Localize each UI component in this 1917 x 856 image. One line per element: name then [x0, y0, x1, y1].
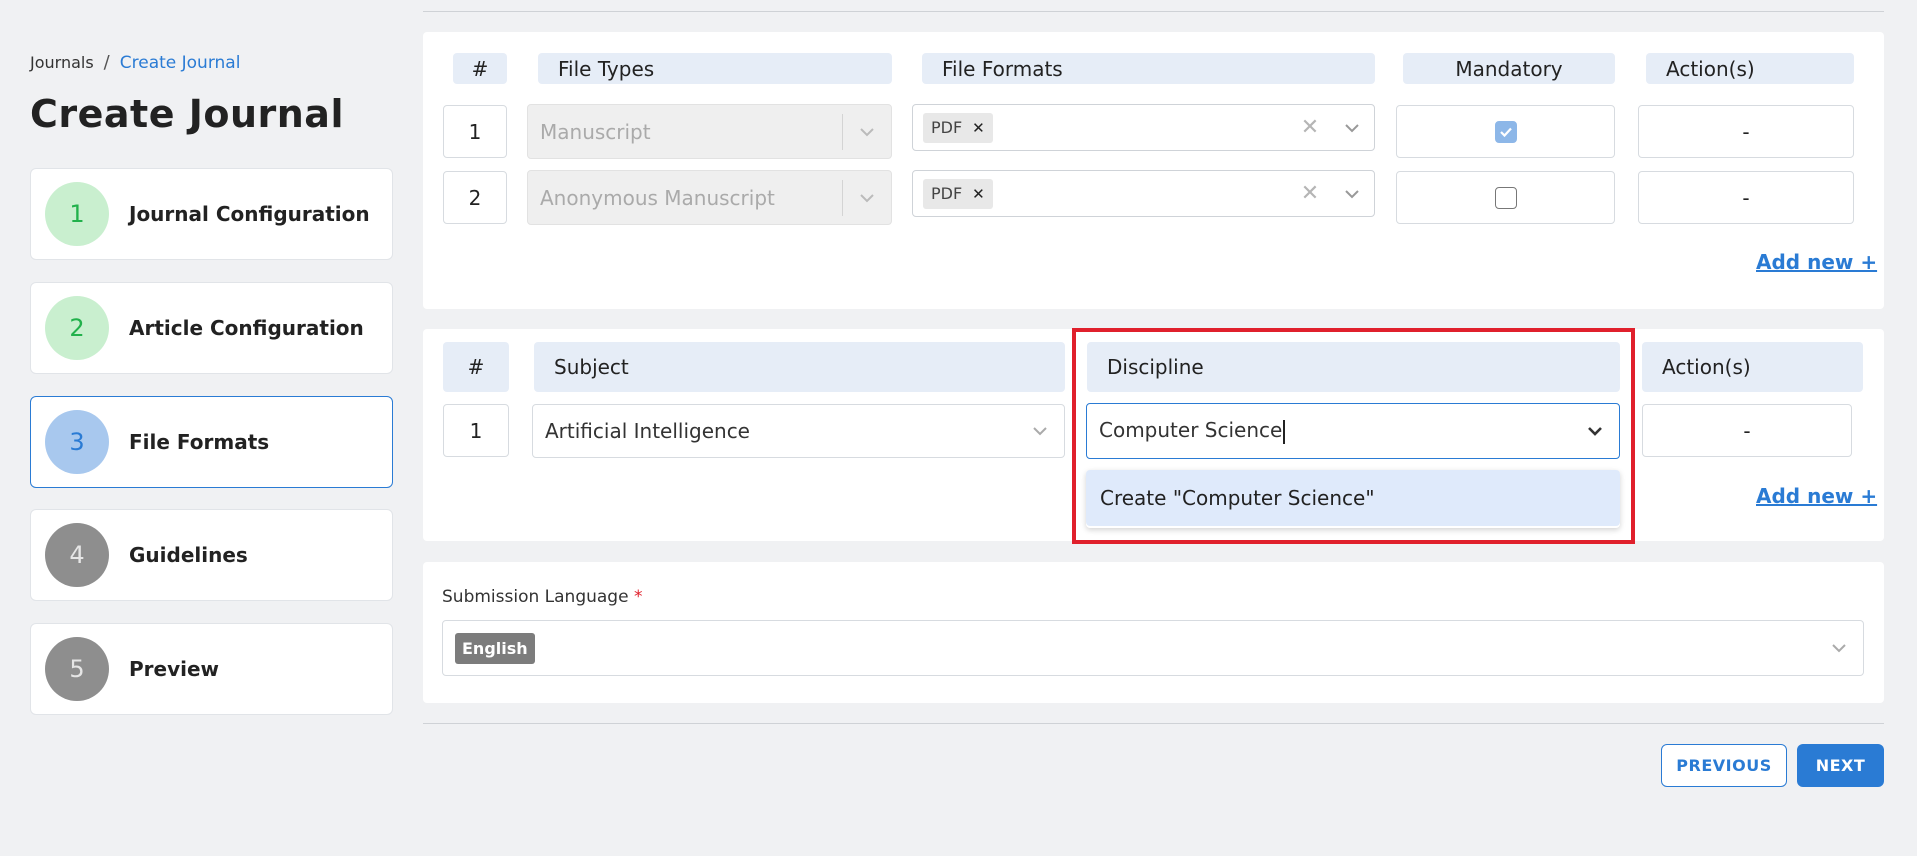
subject-value: Artificial Intelligence — [545, 419, 750, 443]
previous-button[interactable]: PREVIOUS — [1661, 744, 1787, 787]
breadcrumb-root[interactable]: Journals — [30, 53, 94, 72]
step-guidelines[interactable]: 4 Guidelines — [30, 509, 393, 601]
chevron-down-icon[interactable] — [1016, 426, 1064, 436]
submission-language-label: Submission Language * — [442, 587, 643, 607]
chevron-down-icon — [843, 193, 891, 203]
step-file-formats[interactable]: 3 File Formats — [30, 396, 393, 488]
chevron-down-icon — [843, 127, 891, 137]
highlight-box — [1072, 328, 1635, 544]
step-number: 4 — [45, 523, 109, 587]
action-cell: - — [1638, 105, 1854, 158]
mandatory-cell — [1396, 105, 1615, 158]
step-number: 3 — [45, 410, 109, 474]
clear-icon[interactable]: ✕ — [1290, 181, 1330, 206]
step-label: Journal Configuration — [129, 202, 370, 226]
column-header-mandatory: Mandatory — [1403, 53, 1615, 84]
column-header-actions: Action(s) — [1642, 342, 1863, 392]
column-header-subject: Subject — [534, 342, 1065, 392]
step-label: Preview — [129, 657, 220, 681]
row-number: 1 — [443, 105, 507, 158]
format-chip: PDF ✕ — [923, 112, 993, 143]
clear-icon[interactable]: ✕ — [1290, 115, 1330, 140]
action-cell: - — [1642, 404, 1852, 457]
add-new-file-type-link[interactable]: Add new + — [1756, 250, 1877, 274]
step-preview[interactable]: 5 Preview — [30, 623, 393, 715]
step-number: 5 — [45, 637, 109, 701]
column-header-actions: Action(s) — [1646, 53, 1854, 84]
mandatory-checkbox[interactable] — [1494, 186, 1517, 209]
file-type-value: Anonymous Manuscript — [540, 185, 775, 210]
file-type-value: Manuscript — [540, 119, 651, 144]
row-number: 2 — [443, 171, 507, 224]
action-cell: - — [1638, 171, 1854, 224]
step-label: Guidelines — [129, 543, 248, 567]
mandatory-checkbox[interactable] — [1494, 120, 1517, 143]
step-article-configuration[interactable]: 2 Article Configuration — [30, 282, 393, 374]
chevron-down-icon[interactable] — [1330, 123, 1374, 133]
breadcrumb: Journals / Create Journal — [30, 52, 240, 73]
step-label: Article Configuration — [129, 316, 364, 340]
row-number: 1 — [443, 404, 509, 457]
next-button[interactable]: NEXT — [1797, 744, 1884, 787]
chevron-down-icon[interactable] — [1815, 643, 1863, 653]
format-chip-label: PDF — [931, 184, 963, 203]
breadcrumb-separator: / — [103, 52, 110, 73]
file-format-multiselect[interactable]: PDF ✕ ✕ — [912, 104, 1375, 151]
step-label: File Formats — [129, 430, 270, 454]
add-new-subject-link[interactable]: Add new + — [1756, 484, 1877, 508]
submission-language-select[interactable]: English — [442, 620, 1864, 676]
divider — [423, 723, 1884, 724]
divider — [423, 11, 1884, 12]
breadcrumb-current[interactable]: Create Journal — [120, 53, 241, 73]
page-title: Create Journal — [30, 92, 344, 136]
mandatory-cell — [1396, 171, 1615, 224]
step-number: 2 — [45, 296, 109, 360]
file-type-select: Manuscript — [527, 104, 892, 159]
subject-select[interactable]: Artificial Intelligence — [532, 404, 1065, 458]
column-header-num: # — [453, 53, 507, 84]
file-type-select: Anonymous Manuscript — [527, 170, 892, 225]
step-number: 1 — [45, 182, 109, 246]
remove-chip-icon[interactable]: ✕ — [972, 119, 985, 137]
file-format-multiselect[interactable]: PDF ✕ ✕ — [912, 170, 1375, 217]
selected-values: English — [443, 632, 1815, 664]
required-marker: * — [633, 587, 643, 607]
format-chip-label: PDF — [931, 118, 963, 137]
format-chip: PDF ✕ — [923, 178, 993, 209]
column-header-file-types: File Types — [538, 53, 892, 84]
remove-chip-icon[interactable]: ✕ — [972, 185, 985, 203]
column-header-file-formats: File Formats — [922, 53, 1375, 84]
step-journal-configuration[interactable]: 1 Journal Configuration — [30, 168, 393, 260]
language-tag: English — [455, 632, 535, 664]
column-header-num: # — [443, 342, 509, 392]
chevron-down-icon[interactable] — [1330, 189, 1374, 199]
